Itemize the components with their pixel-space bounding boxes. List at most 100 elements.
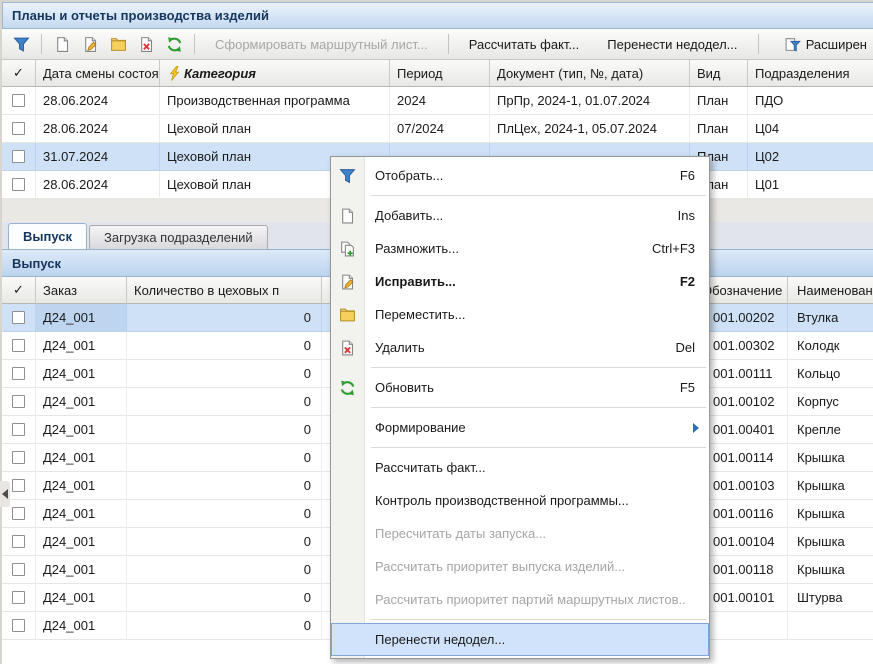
cell-designation[interactable]: 001.00103 <box>700 472 788 500</box>
cell-order[interactable]: Д24_001 <box>36 332 127 360</box>
menu-item[interactable]: Переместить... <box>331 298 709 331</box>
cell-name[interactable]: Крышка <box>788 444 873 472</box>
row-checkbox[interactable] <box>12 94 25 107</box>
cell-quantity[interactable]: 0 <box>127 444 322 472</box>
row-select-cell[interactable] <box>2 143 36 171</box>
cell-name[interactable]: Втулка <box>788 304 873 332</box>
cell-designation[interactable]: 001.00104 <box>700 528 788 556</box>
move-button[interactable] <box>105 32 131 56</box>
row-checkbox[interactable] <box>12 563 25 576</box>
cell-quantity[interactable]: 0 <box>127 360 322 388</box>
cell-period[interactable]: 07/2024 <box>390 115 490 143</box>
cell-order[interactable]: Д24_001 <box>36 444 127 472</box>
cell-division[interactable]: Ц02 <box>748 143 873 171</box>
row-select-cell[interactable] <box>2 416 36 444</box>
cell-kind[interactable]: План <box>690 87 748 115</box>
cell-order[interactable]: Д24_001 <box>36 416 127 444</box>
cell-quantity[interactable]: 0 <box>127 556 322 584</box>
row-checkbox[interactable] <box>12 423 25 436</box>
row-checkbox[interactable] <box>12 122 25 135</box>
add-button[interactable] <box>49 32 75 56</box>
cell-quantity[interactable]: 0 <box>127 584 322 612</box>
row-select-cell[interactable] <box>2 360 36 388</box>
cell-designation[interactable]: 001.00302 <box>700 332 788 360</box>
menu-item[interactable]: Добавить... Ins <box>331 199 709 232</box>
cell-name[interactable]: Штурва <box>788 584 873 612</box>
cell-division[interactable]: ПДО <box>748 87 873 115</box>
cell-name[interactable]: Крышка <box>788 528 873 556</box>
calc-fact-button[interactable]: Рассчитать факт... <box>456 33 593 56</box>
cell-name[interactable]: Крышка <box>788 556 873 584</box>
tab-zagruzka-podrazdeleniy[interactable]: Загрузка подразделений <box>89 225 268 249</box>
row-checkbox[interactable] <box>12 367 25 380</box>
row-checkbox[interactable] <box>12 150 25 163</box>
cell-date[interactable]: 28.06.2024 <box>36 115 160 143</box>
cell-quantity[interactable]: 0 <box>127 416 322 444</box>
cell-quantity[interactable]: 0 <box>127 528 322 556</box>
extended-filter-button[interactable]: Расширен <box>778 36 867 53</box>
cell-document[interactable]: ПлЦех, 2024-1, 05.07.2024 <box>490 115 690 143</box>
window-titlebar[interactable]: Планы и отчеты производства изделий <box>2 2 873 29</box>
col-header-name[interactable]: Наименование <box>788 277 873 304</box>
row-select-cell[interactable] <box>2 332 36 360</box>
cell-date[interactable]: 31.07.2024 <box>36 143 160 171</box>
edit-button[interactable] <box>77 32 103 56</box>
cell-quantity[interactable]: 0 <box>127 500 322 528</box>
cell-designation[interactable]: 001.00102 <box>700 388 788 416</box>
filter-button[interactable] <box>8 32 34 56</box>
cell-division[interactable]: Ц04 <box>748 115 873 143</box>
menu-item[interactable]: Обновить F5 <box>331 371 709 404</box>
cell-designation[interactable] <box>700 612 788 640</box>
plans-select-column-header[interactable]: ✓ <box>2 60 36 87</box>
cell-order[interactable]: Д24_001 <box>36 528 127 556</box>
col-header-quantity[interactable]: Количество в цеховых п <box>127 277 322 304</box>
menu-item[interactable]: Рассчитать приоритет выпуска изделий... <box>331 550 709 583</box>
row-checkbox[interactable] <box>12 535 25 548</box>
row-select-cell[interactable] <box>2 444 36 472</box>
row-select-cell[interactable] <box>2 87 36 115</box>
row-select-cell[interactable] <box>2 304 36 332</box>
col-header-division[interactable]: Подразделения <box>748 60 873 87</box>
col-header-kind[interactable]: Вид <box>690 60 748 87</box>
cell-designation[interactable]: 001.00116 <box>700 500 788 528</box>
cell-quantity[interactable]: 0 <box>127 472 322 500</box>
move-shortfall-button[interactable]: Перенести недодел... <box>594 33 750 56</box>
row-select-cell[interactable] <box>2 612 36 640</box>
row-checkbox[interactable] <box>12 395 25 408</box>
cell-order[interactable]: Д24_001 <box>36 388 127 416</box>
cell-name[interactable]: Колодк <box>788 332 873 360</box>
cell-category[interactable]: Производственная программа <box>160 87 390 115</box>
row-checkbox[interactable] <box>12 178 25 191</box>
cell-quantity[interactable]: 0 <box>127 332 322 360</box>
cell-order[interactable]: Д24_001 <box>36 472 127 500</box>
cell-order[interactable]: Д24_001 <box>36 556 127 584</box>
row-select-cell[interactable] <box>2 528 36 556</box>
refresh-button[interactable] <box>161 32 187 56</box>
cell-order[interactable]: Д24_001 <box>36 304 127 332</box>
row-checkbox[interactable] <box>12 591 25 604</box>
col-header-date[interactable]: Дата смены состояния <box>36 60 160 87</box>
col-header-order[interactable]: Заказ <box>36 277 127 304</box>
row-checkbox[interactable] <box>12 339 25 352</box>
row-select-cell[interactable] <box>2 584 36 612</box>
cell-order[interactable]: Д24_001 <box>36 612 127 640</box>
row-checkbox[interactable] <box>12 507 25 520</box>
cell-quantity[interactable]: 0 <box>127 304 322 332</box>
cell-name[interactable]: Крепле <box>788 416 873 444</box>
cell-kind[interactable]: План <box>690 115 748 143</box>
cell-name[interactable]: Крышка <box>788 500 873 528</box>
delete-button[interactable] <box>133 32 159 56</box>
menu-item[interactable]: Отобрать... F6 <box>331 159 709 192</box>
cell-name[interactable] <box>788 612 873 640</box>
cell-date[interactable]: 28.06.2024 <box>36 87 160 115</box>
row-select-cell[interactable] <box>2 556 36 584</box>
menu-item[interactable]: Перенести недодел... <box>331 623 709 656</box>
cell-order[interactable]: Д24_001 <box>36 500 127 528</box>
menu-item[interactable]: Рассчитать факт... <box>331 451 709 484</box>
tab-vypusk[interactable]: Выпуск <box>8 223 87 249</box>
col-header-period[interactable]: Период <box>390 60 490 87</box>
row-checkbox[interactable] <box>12 311 25 324</box>
cell-division[interactable]: Ц01 <box>748 171 873 199</box>
output-select-column-header[interactable]: ✓ <box>2 277 36 304</box>
cell-designation[interactable]: 001.00114 <box>700 444 788 472</box>
